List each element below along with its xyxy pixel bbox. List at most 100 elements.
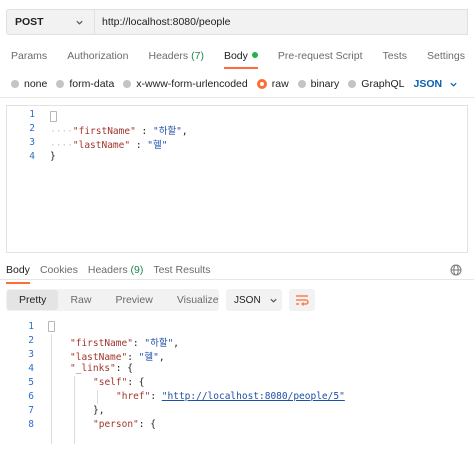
json-separator: : [127,352,139,363]
response-tab-cookies[interactable]: Cookies [40,264,78,276]
tab-body[interactable]: Body [223,50,258,69]
indent-guide: ···· [50,140,73,151]
response-tabs: Body Cookies Headers (9) Test Results [6,264,221,284]
json-separator: : [150,391,162,402]
radio-form-data[interactable]: form-data [56,78,114,90]
radio-label: x-www-form-urlencoded [136,78,248,90]
radio-binary[interactable]: binary [297,78,340,90]
json-key: "person" [93,419,139,430]
radio-none[interactable]: none [11,78,47,90]
code-line-1: { [48,321,55,332]
body-format-dropdown[interactable]: JSON [413,78,458,90]
radio-graphql[interactable]: GraphQL [348,78,404,90]
code-line-3: ····"lastName" : "헬" [50,137,167,151]
view-pretty[interactable]: Pretty [7,290,59,310]
radio-button [56,80,65,88]
tab-label: Test Results [153,264,211,276]
url-text: http://localhost:8080/people [102,16,231,28]
json-value: "헬" [138,352,159,363]
response-format-label: JSON [234,294,261,306]
code-line-2: ····"firstName" : "하할", [50,123,188,137]
code-line-8: "person": { [93,419,156,430]
tab-settings[interactable]: Settings [427,50,465,62]
json-key: "firstName" [70,338,133,349]
line-number: 8 [28,419,34,430]
json-value: "하할" [152,126,182,137]
headers-count-badge: (7) [191,50,204,62]
view-visualize[interactable]: Visualize [165,290,231,310]
tab-label: Body [223,50,248,62]
line-number: 6 [28,391,34,402]
tab-headers[interactable]: Headers (7) [148,50,203,62]
json-key: "href" [116,391,151,402]
tab-label: Pre-request Script [277,50,363,62]
radio-button [123,80,132,88]
radio-label: GraphQL [361,78,405,90]
json-value: "하할" [144,338,174,349]
json-separator: : [132,338,145,349]
json-comma: , [181,126,188,137]
code-line-4: } [50,151,56,162]
indent-guide [51,334,52,444]
radio-button-selected [256,79,267,89]
json-key: "_links" [70,363,116,374]
indent-guide [97,390,98,404]
tab-label: Params [11,50,48,62]
headers-count-badge: (9) [130,264,144,276]
code-line-3: "lastName": "헬", [70,349,165,363]
url-input[interactable]: http://localhost:8080/people [94,9,468,35]
tab-label: Headers [148,50,189,62]
radio-button [11,80,19,88]
wrap-lines-button[interactable] [289,289,315,311]
radio-button [348,80,357,88]
radio-raw[interactable]: raw [256,78,289,90]
globe-icon[interactable] [450,264,462,276]
tab-label: Settings [427,50,465,62]
view-preview[interactable]: Preview [103,290,164,310]
href-link[interactable]: "http://localhost:8080/people/5" [162,391,345,402]
tab-params[interactable]: Params [11,50,47,62]
response-tab-test-results[interactable]: Test Results [153,264,210,276]
indent-guide: ···· [50,126,73,137]
response-body-viewer[interactable]: 1 2 3 4 5 6 7 8 { "firstName": "하할", "la… [6,320,468,450]
json-separator: : [135,126,153,137]
radio-button [297,80,306,88]
divider [0,97,474,98]
request-body-editor[interactable]: 1 2 3 4 { ····"firstName" : "하할", ····"l… [6,105,468,253]
body-type-options: none form-data x-www-form-urlencoded raw… [11,78,458,90]
tab-label: Tests [382,50,408,62]
response-format-dropdown[interactable]: JSON [226,289,282,311]
radio-label: binary [310,78,340,90]
code-line-2: "firstName": "하할", [70,335,179,349]
chevron-down-icon [450,82,457,87]
response-tab-body[interactable]: Body [6,264,30,284]
line-number: 1 [29,109,35,120]
tab-pre-request-script[interactable]: Pre-request Script [278,50,363,62]
radio-label: form-data [69,78,115,90]
line-number: 5 [28,377,34,388]
line-number: 2 [29,123,35,134]
tab-authorization[interactable]: Authorization [67,50,128,62]
json-separator: : [130,140,148,151]
response-tab-headers[interactable]: Headers (9) [88,264,143,276]
json-comma: , [173,338,180,349]
tab-label: Body [6,264,30,276]
tab-tests[interactable]: Tests [383,50,408,62]
indent-guide [74,376,75,444]
tab-label: Authorization [67,50,129,62]
radio-label: raw [271,78,289,90]
code-line-4: "_links": { [70,363,133,374]
json-object-open: : { [115,363,133,374]
response-view-switcher: Pretty Raw Preview Visualize [6,289,219,311]
body-format-label: JSON [413,78,443,90]
json-key: "self" [93,377,128,388]
line-number: 7 [28,405,34,416]
code-line-5: "self": { [93,377,145,388]
json-object-open: : { [127,377,145,388]
line-number: 3 [29,137,35,148]
radio-x-www-form-urlencoded[interactable]: x-www-form-urlencoded [123,78,248,90]
code-line-1: { [50,111,57,122]
view-raw[interactable]: Raw [58,290,103,310]
code-line-6: "href": "http://localhost:8080/people/5" [116,391,345,402]
method-select[interactable]: POST [6,9,94,35]
